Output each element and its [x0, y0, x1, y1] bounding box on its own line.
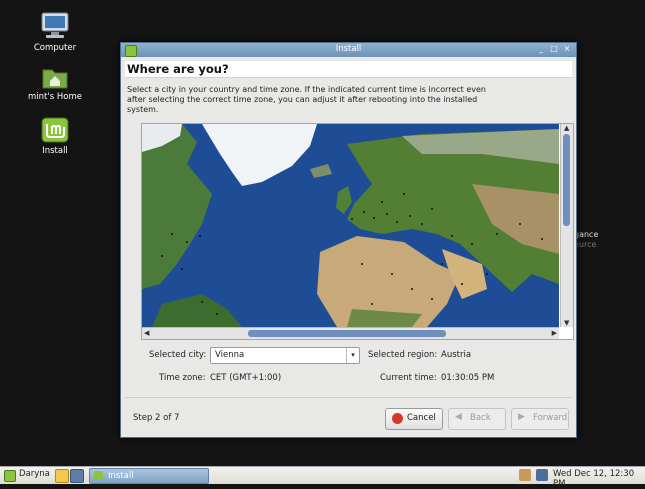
show-desktop-icon[interactable]	[55, 469, 69, 483]
step-indicator: Step 2 of 7	[133, 413, 180, 423]
mint-menu-icon[interactable]	[4, 470, 16, 482]
selected-region-value: Austria	[441, 350, 472, 360]
scroll-left-icon[interactable]: ◀	[144, 329, 149, 337]
desktop-icon-install[interactable]: Install	[20, 117, 90, 156]
terminal-icon[interactable]	[70, 469, 84, 483]
timezone-map-panel: ▲ ▼ ◀ ▶	[141, 123, 574, 340]
scroll-up-icon[interactable]: ▲	[564, 124, 569, 132]
menu-button[interactable]: Daryna	[19, 469, 50, 479]
install-window: Install _ □ × Where are you? Select a ci…	[120, 42, 577, 438]
maximize-icon[interactable]: □	[549, 44, 559, 55]
current-time-value: 01:30:05 PM	[441, 373, 495, 383]
clock[interactable]: Wed Dec 12, 12:30 PM	[553, 469, 645, 489]
selected-city-value: Vienna	[215, 350, 245, 360]
desktop-icon-computer[interactable]: Computer	[20, 12, 90, 53]
background-text: ource	[574, 240, 597, 249]
mint-logo-icon	[41, 117, 69, 143]
desktop-icon-home[interactable]: mint's Home	[20, 65, 90, 102]
arrow-left-icon: ◀	[455, 412, 462, 422]
title-bar[interactable]: Install _ □ ×	[121, 43, 576, 57]
forward-button[interactable]: ▶ Forward	[511, 408, 569, 430]
window-title: Install	[335, 44, 362, 54]
cancel-button[interactable]: Cancel	[385, 408, 443, 430]
instructions-text: Select a city in your country and time z…	[127, 85, 487, 114]
scroll-down-icon[interactable]: ▼	[564, 319, 569, 327]
current-time-label: Current time:	[380, 373, 437, 383]
desktop-icon-label: Computer	[33, 43, 77, 53]
map-vertical-scrollbar[interactable]: ▲ ▼	[560, 124, 573, 327]
selected-city-label: Selected city:	[149, 350, 207, 360]
scroll-right-icon[interactable]: ▶	[552, 329, 557, 337]
network-icon[interactable]	[536, 469, 548, 481]
home-folder-icon	[42, 69, 68, 89]
scrollbar-thumb[interactable]	[248, 330, 446, 337]
cancel-button-label: Cancel	[407, 413, 436, 423]
chevron-down-icon[interactable]: ▾	[346, 348, 359, 363]
arrow-right-icon: ▶	[518, 412, 525, 422]
computer-icon	[41, 12, 69, 38]
back-button[interactable]: ◀ Back	[448, 408, 506, 430]
desktop-icon-label: Install	[42, 146, 68, 156]
cancel-icon	[392, 413, 403, 424]
divider	[125, 397, 572, 398]
app-icon	[94, 471, 103, 480]
desktop-icon-label: mint's Home	[28, 92, 82, 102]
taskbar-task-install[interactable]: Install	[89, 468, 209, 484]
selected-region-label: Selected region:	[368, 350, 438, 360]
time-zone-value: CET (GMT+1:00)	[210, 373, 282, 383]
taskbar: Daryna Install Wed Dec 12, 12:30 PM	[0, 466, 645, 489]
close-icon[interactable]: ×	[562, 44, 572, 55]
selected-city-combo[interactable]: Vienna ▾	[210, 347, 360, 364]
forward-button-label: Forward	[533, 413, 568, 423]
timezone-world-map[interactable]	[142, 124, 559, 327]
update-manager-icon[interactable]	[519, 469, 531, 481]
scrollbar-thumb[interactable]	[563, 134, 570, 226]
minimize-icon[interactable]: _	[536, 44, 546, 55]
page-title: Where are you?	[125, 61, 572, 78]
background-text: gance	[574, 230, 599, 239]
back-button-label: Back	[470, 413, 491, 423]
task-label: Install	[108, 471, 134, 481]
map-horizontal-scrollbar[interactable]: ◀ ▶	[142, 327, 559, 339]
time-zone-label: Time zone:	[159, 373, 206, 383]
